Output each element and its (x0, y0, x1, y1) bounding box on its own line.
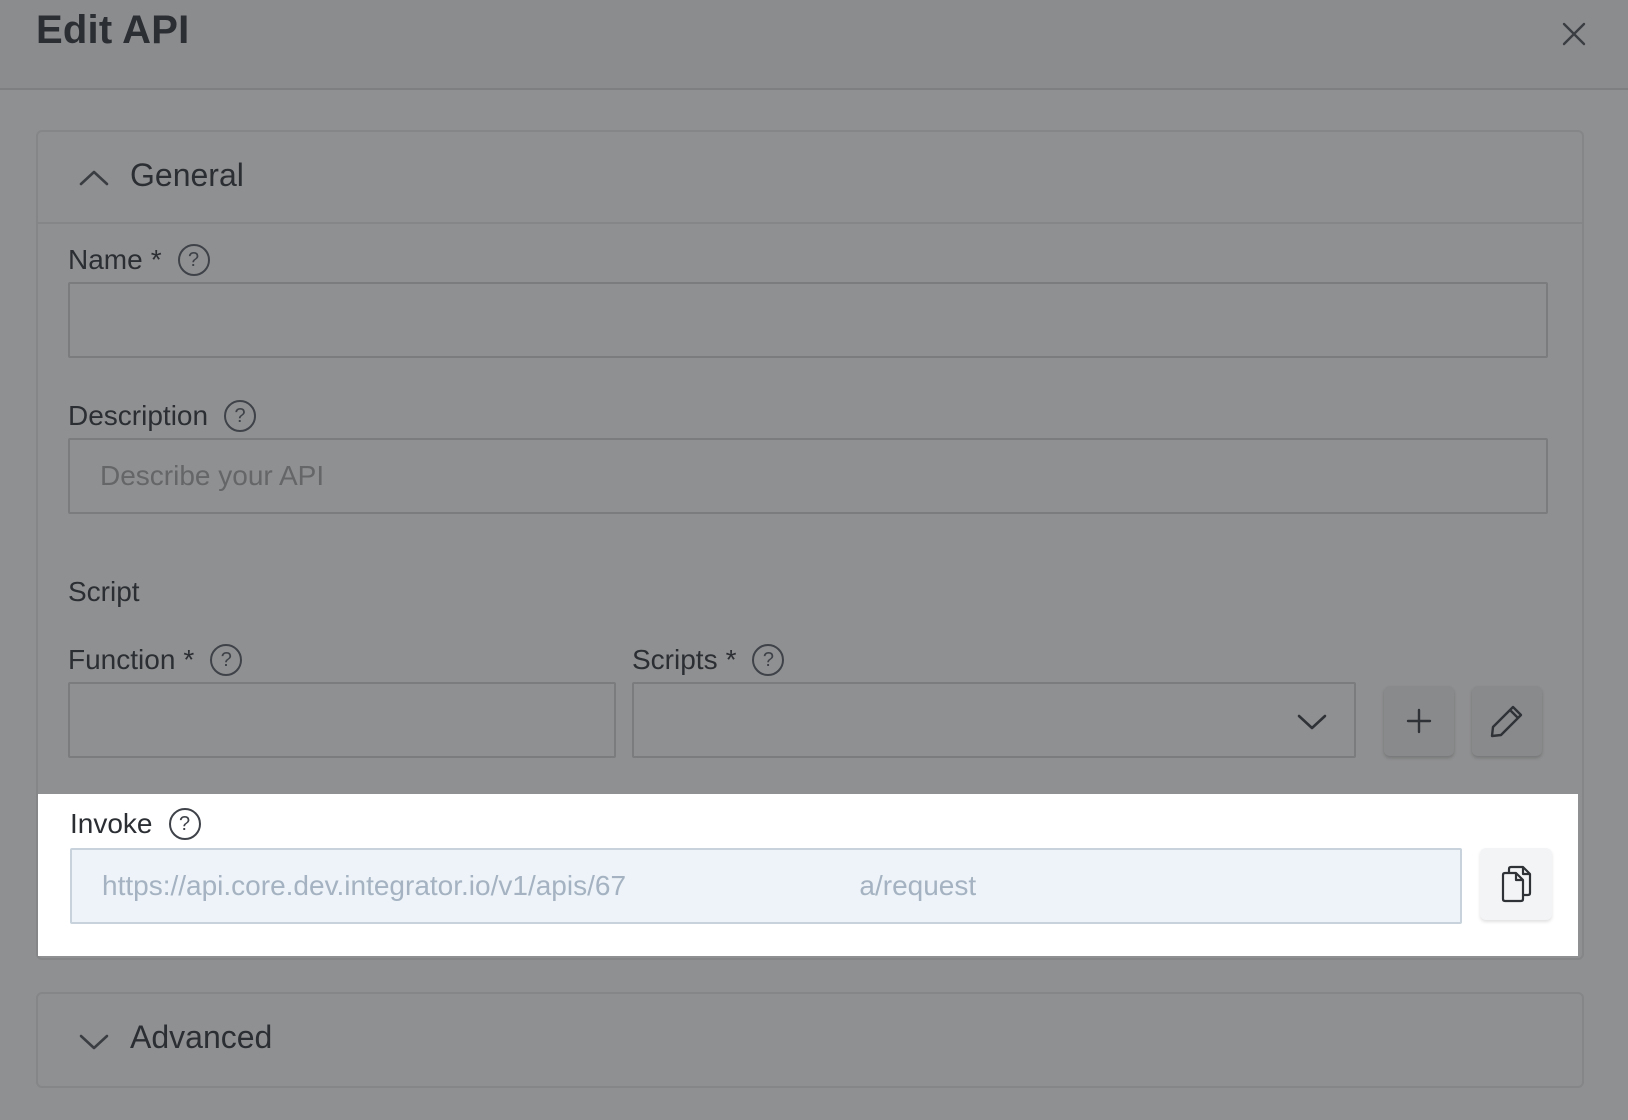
scripts-label: Scripts * ? (632, 644, 785, 676)
plus-icon (1406, 708, 1432, 734)
help-circle-icon[interactable]: ? (177, 244, 210, 276)
scripts-select[interactable] (632, 682, 1356, 758)
help-circle-icon[interactable]: ? (210, 644, 243, 676)
invoke-url-field[interactable]: https://api.core.dev.integrator.io/v1/ap… (70, 848, 1462, 924)
advanced-accordion: Advanced (36, 992, 1584, 1088)
close-icon (1562, 22, 1586, 46)
help-circle-icon[interactable]: ? (224, 400, 257, 432)
advanced-accordion-label: Advanced (130, 1019, 273, 1055)
copy-url-button[interactable] (1480, 848, 1552, 920)
help-circle-icon[interactable]: ? (752, 644, 785, 676)
close-button[interactable] (1556, 16, 1592, 52)
general-accordion-label: General (130, 157, 244, 193)
script-section-label: Script (68, 576, 140, 607)
edit-script-button[interactable] (1472, 686, 1542, 756)
advanced-accordion-header[interactable]: Advanced (38, 994, 1582, 1086)
copy-icon (1501, 865, 1532, 903)
dialog-title: Edit API (36, 8, 190, 52)
function-label: Function * ? (68, 644, 243, 676)
chevron-down-icon (1297, 714, 1327, 730)
chevron-up-icon (79, 170, 109, 186)
chevron-down-icon (79, 1034, 109, 1050)
help-circle-icon[interactable]: ? (168, 808, 201, 840)
description-input[interactable]: Describe your API (68, 438, 1548, 514)
required-asterisk: * (150, 244, 162, 275)
name-label: Name * ? (68, 244, 210, 276)
required-asterisk: * (183, 644, 195, 675)
description-label: Description ? (68, 400, 257, 432)
invoke-section: Invoke ? https://api.core.dev.integrator… (38, 794, 1578, 956)
invoke-label: Invoke ? (70, 808, 201, 840)
name-input[interactable] (68, 282, 1548, 358)
pencil-icon (1490, 705, 1523, 738)
general-accordion-header[interactable]: General (38, 132, 1582, 224)
dialog-header: Edit API (0, 0, 1628, 90)
required-asterisk: * (725, 644, 737, 675)
function-input[interactable] (68, 682, 616, 758)
add-script-button[interactable] (1384, 686, 1454, 756)
